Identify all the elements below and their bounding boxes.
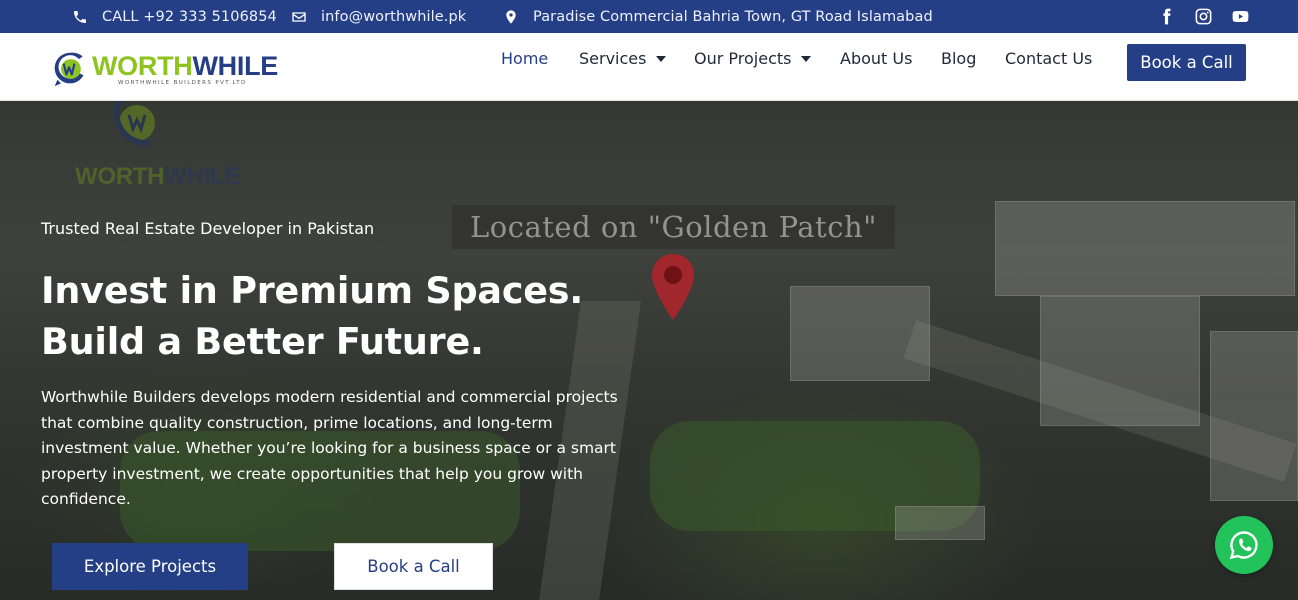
site-header: WORTHWHILE WORTHWHILE BUILDERS PVT.LTD H…: [0, 33, 1298, 101]
nav-services[interactable]: Services: [579, 49, 667, 68]
chevron-down-icon: [801, 56, 812, 62]
watermark-logo-icon: [113, 101, 155, 147]
hero-tagline: Trusted Real Estate Developer in Pakista…: [41, 219, 375, 238]
nav-home[interactable]: Home: [501, 49, 548, 68]
video-caption-overlay: Located on "Golden Patch": [452, 205, 895, 249]
logo-subtitle: WORTHWHILE BUILDERS PVT.LTD: [118, 79, 247, 86]
worthwhile-logo-icon: [54, 52, 84, 87]
email-text: info@worthwhile.pk: [321, 8, 467, 25]
whatsapp-chat-button[interactable]: [1215, 516, 1273, 574]
email-contact[interactable]: info@worthwhile.pk: [291, 0, 466, 33]
map-pin-icon: [506, 9, 516, 24]
logo-wordmark: WORTHWHILE: [92, 50, 278, 81]
envelope-icon: [292, 11, 306, 22]
social-links: [1157, 0, 1250, 33]
hero-book-a-call-button[interactable]: Book a Call: [334, 543, 493, 590]
phone-contact[interactable]: CALL +92 333 5106854: [72, 0, 277, 33]
hero-description: Worthwhile Builders develops modern resi…: [41, 388, 618, 508]
chevron-down-icon: [656, 56, 667, 62]
nav-about-us[interactable]: About Us: [840, 49, 912, 68]
watermark-wordmark: WORTHWHILE: [75, 163, 240, 190]
nav-blog[interactable]: Blog: [941, 49, 976, 68]
site-logo[interactable]: WORTHWHILE WORTHWHILE BUILDERS PVT.LTD: [52, 49, 278, 89]
hero-headline: Invest in Premium Spaces. Build a Better…: [41, 269, 584, 363]
phone-text: CALL +92 333 5106854: [102, 8, 277, 25]
nav-our-projects[interactable]: Our Projects: [694, 49, 812, 68]
address-contact[interactable]: Paradise Commercial Bahria Town, GT Road…: [503, 0, 933, 33]
facebook-icon[interactable]: [1157, 7, 1176, 26]
youtube-icon[interactable]: [1231, 7, 1250, 26]
hero-section: WORTHWHILE Located on "Golden Patch" Tru…: [0, 101, 1298, 600]
phone-icon: [74, 10, 86, 23]
whatsapp-icon: [1229, 531, 1258, 560]
book-a-call-button[interactable]: Book a Call: [1127, 44, 1246, 81]
instagram-icon[interactable]: [1194, 7, 1213, 26]
explore-projects-button[interactable]: Explore Projects: [52, 543, 248, 590]
nav-contact-us[interactable]: Contact Us: [1005, 49, 1092, 68]
top-contact-bar: CALL +92 333 5106854 info@worthwhile.pk …: [0, 0, 1298, 33]
address-text: Paradise Commercial Bahria Town, GT Road…: [533, 8, 933, 25]
